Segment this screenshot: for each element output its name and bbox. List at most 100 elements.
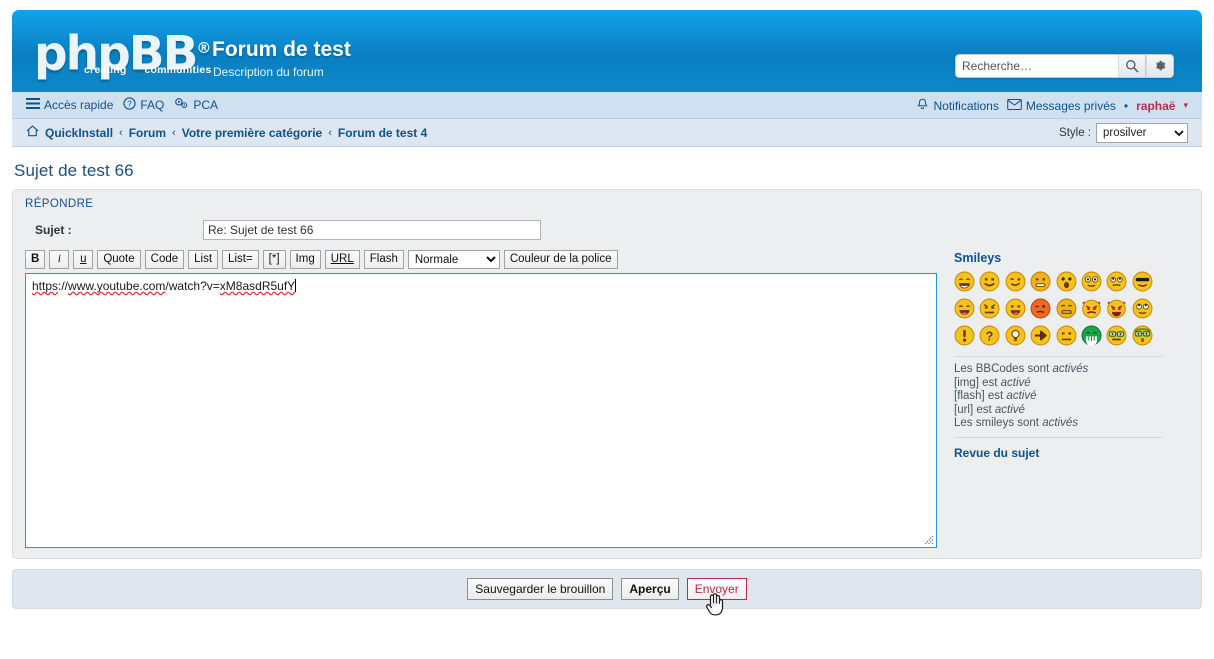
- smiley-razz[interactable]: [1005, 298, 1026, 319]
- bbcode-url-button[interactable]: URL: [324, 250, 360, 269]
- smiley-smile[interactable]: [979, 271, 1000, 292]
- bbcode-underline-button[interactable]: u: [73, 250, 94, 269]
- smiley-sad[interactable]: [1030, 271, 1051, 292]
- bbcode-quote-button[interactable]: Quote: [97, 250, 141, 269]
- breadcrumb-separator: ‹: [119, 126, 123, 139]
- smiley-wink[interactable]: [1005, 271, 1026, 292]
- smiley-cool[interactable]: [1132, 271, 1153, 292]
- smiley-very-happy[interactable]: [954, 271, 975, 292]
- bbcode-status-state: activés: [1042, 417, 1078, 429]
- hamburger-icon: [26, 98, 40, 112]
- question-circle-icon: ?: [123, 97, 137, 113]
- pca-link[interactable]: PCA: [174, 97, 218, 113]
- bbcode-status-list: Les BBCodes sont activés [img] est activ…: [954, 363, 1169, 431]
- phpbb-logo[interactable]: phpBB® creating communities: [34, 22, 211, 80]
- submit-button[interactable]: Envoyer: [686, 578, 747, 600]
- bbcode-list-button[interactable]: List: [188, 250, 219, 269]
- bbcode-status-row: [img] est activé: [954, 377, 1169, 391]
- sidebar-divider-top: [954, 356, 1162, 357]
- font-color-button[interactable]: Couleur de la police: [503, 250, 618, 269]
- bbcode-image-button[interactable]: Img: [289, 250, 321, 269]
- style-select[interactable]: prosilver: [1096, 123, 1188, 143]
- quick-access-label: Accès rapide: [44, 98, 114, 112]
- bbcode-flash-button[interactable]: Flash: [363, 250, 404, 269]
- textarea-resize-handle: [924, 535, 934, 545]
- bbcode-status-row: Les BBCodes sont activés: [954, 363, 1169, 377]
- bbcode-code-button[interactable]: Code: [144, 250, 185, 269]
- bbcode-status-row: [url] est activé: [954, 404, 1169, 418]
- cogs-icon: [174, 97, 189, 113]
- smiley-twisted[interactable]: [1106, 298, 1127, 319]
- message-seg: /watch?v=: [165, 279, 220, 293]
- editor-sidebar: Smileys ? Les BBCodes sont activés [img]…: [954, 250, 1169, 460]
- notifications-link[interactable]: Notifications: [916, 98, 999, 114]
- subject-label: Sujet :: [35, 223, 72, 237]
- breadcrumb-item-category[interactable]: Votre première catégorie: [182, 126, 323, 140]
- editor-area: B i u Quote Code List List= [*] Img URL …: [25, 250, 1189, 548]
- smiley-rolling-eyes[interactable]: [1132, 298, 1153, 319]
- reply-panel-header: RÉPONDRE: [13, 190, 1201, 216]
- gear-icon[interactable]: [1146, 54, 1174, 78]
- bbcode-status-prefix: [url] est: [954, 403, 995, 416]
- smiley-arrow[interactable]: [1030, 325, 1051, 346]
- bbcode-bold-button[interactable]: B: [25, 250, 46, 269]
- logo-registered-mark: ®: [196, 39, 212, 57]
- bbcode-orderedlist-button[interactable]: List=: [222, 250, 259, 269]
- site-description: Description du forum: [213, 65, 324, 79]
- pca-label: PCA: [193, 98, 219, 112]
- chevron-down-icon[interactable]: ▾: [1183, 100, 1188, 111]
- editor-main-column: B i u Quote Code List List= [*] Img URL …: [25, 250, 940, 548]
- bbcode-status-prefix: [img] est: [954, 376, 1001, 389]
- subject-input[interactable]: [203, 220, 541, 240]
- username-menu[interactable]: raphaë: [1136, 99, 1175, 113]
- search-icon[interactable]: [1118, 54, 1146, 78]
- bbcode-italic-button[interactable]: i: [49, 250, 70, 269]
- home-icon[interactable]: [26, 125, 39, 140]
- page-title: Sujet de test 66: [14, 161, 134, 180]
- font-size-select[interactable]: Normale: [407, 250, 500, 269]
- search-input[interactable]: [955, 54, 1118, 78]
- smiley-geek[interactable]: [1106, 325, 1127, 346]
- search-box: [955, 54, 1174, 78]
- topic-review-link[interactable]: Revue du sujet: [954, 446, 1039, 460]
- form-actions: Sauvegarder le brouillon Aperçu Envoyer: [12, 569, 1202, 616]
- text-caret: [295, 279, 297, 292]
- nav-separator: •: [1123, 98, 1129, 113]
- smiley-mad[interactable]: [979, 298, 1000, 319]
- breadcrumb-item-forum[interactable]: Forum: [129, 126, 166, 140]
- breadcrumb-separator: ‹: [172, 126, 176, 139]
- breadcrumb-separator: ‹: [328, 126, 332, 139]
- message-seg: https: [32, 279, 59, 293]
- bbcode-status-state: activés: [1052, 363, 1089, 375]
- style-selector: Style : prosilver: [1059, 123, 1188, 143]
- save-draft-button[interactable]: Sauvegarder le brouillon: [467, 578, 614, 600]
- smiley-shocked[interactable]: [1081, 271, 1102, 292]
- smiley-confused[interactable]: [1106, 271, 1127, 292]
- logo-tagline-right: communities: [144, 64, 212, 76]
- smiley-ugeek[interactable]: [1132, 325, 1153, 346]
- smiley-idea[interactable]: [1005, 325, 1026, 346]
- preview-button[interactable]: Aperçu: [621, 578, 679, 600]
- quick-access-link[interactable]: Accès rapide: [26, 98, 113, 112]
- faq-link[interactable]: ? FAQ: [123, 97, 164, 113]
- breadcrumb-item-forum-de-test-4[interactable]: Forum de test 4: [338, 126, 427, 140]
- bbcode-listitem-button[interactable]: [*]: [262, 250, 286, 269]
- private-messages-link[interactable]: Messages privés: [1007, 99, 1116, 113]
- page-root: phpBB® creating communities Forum de test…: [0, 0, 1214, 659]
- bbcode-status-state: activé: [1006, 390, 1037, 402]
- smiley-laughing[interactable]: [954, 298, 975, 319]
- smiley-evil[interactable]: [1081, 298, 1102, 319]
- smiley-exclamation[interactable]: [954, 325, 975, 346]
- reply-panel: RÉPONDRE Sujet : B i u Quote Code List L…: [12, 189, 1202, 559]
- smiley-neutral[interactable]: [1056, 325, 1077, 346]
- smiley-crying[interactable]: [1056, 298, 1077, 319]
- message-textarea[interactable]: https://www.youtube.com/watch?v=xM8asdR5…: [25, 273, 937, 548]
- bbcode-status-prefix: [flash] est: [954, 390, 1007, 402]
- smiley-question[interactable]: ?: [979, 325, 1000, 346]
- smiley-surprised[interactable]: [1056, 271, 1077, 292]
- envelope-icon: [1007, 98, 1022, 113]
- breadcrumb-item-quickinstall[interactable]: QuickInstall: [45, 126, 113, 140]
- smiley-embarrassed[interactable]: [1030, 298, 1051, 319]
- smiley-mrgreen[interactable]: [1081, 325, 1102, 346]
- faq-label: FAQ: [140, 98, 165, 112]
